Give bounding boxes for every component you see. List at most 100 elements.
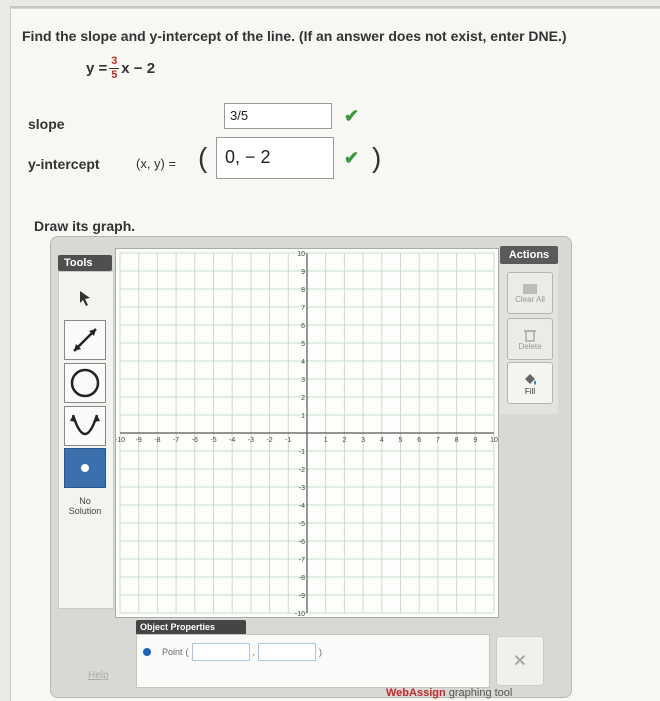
y-tick-label: 10 — [297, 251, 305, 258]
question-title: Find the slope and y-intercept of the li… — [22, 28, 567, 44]
webassign-brand: WebAssign graphing tool — [386, 687, 512, 699]
y-tick-label: 5 — [301, 341, 305, 348]
point-tool-button[interactable] — [64, 448, 106, 488]
point-y-input[interactable] — [258, 643, 317, 661]
tools-header: Tools — [58, 255, 112, 271]
circle-icon — [70, 368, 100, 398]
parabola-tool-button[interactable] — [64, 406, 106, 446]
y-intercept-correct-check-icon: ✔ — [344, 148, 360, 168]
clear-all-label: Clear All — [515, 294, 545, 304]
no-solution-button[interactable]: No Solution — [64, 496, 106, 516]
y-intercept-prefix: (x, y) = — [136, 156, 177, 171]
x-tick-label: 2 — [342, 437, 346, 444]
circle-tool-button[interactable] — [64, 363, 106, 403]
fill-button[interactable]: Fill — [507, 362, 553, 404]
equation: y = 3 5 x − 2 — [86, 56, 155, 81]
y-tick-label: 2 — [301, 395, 305, 402]
actions-header: Actions — [500, 246, 558, 264]
line-icon — [73, 328, 97, 352]
x-tick-label: 4 — [380, 437, 384, 444]
x-tick-label: 6 — [417, 437, 421, 444]
x-tick-label: 9 — [473, 437, 477, 444]
line-tool-button[interactable] — [64, 320, 106, 360]
x-tick-label: -8 — [154, 437, 160, 444]
close-paren: ) — [372, 142, 382, 173]
y-tick-label: 4 — [301, 359, 305, 366]
pointer-tool-button[interactable] — [64, 278, 106, 318]
coordinate-grid: -10 -9 -8 -7 -6 -5 -4 -3 -2 -1 1 2 3 4 5 6 7 8 9 10 10 9 8 7 6 5 4… — [115, 251, 498, 618]
y-tick-label: -4 — [299, 503, 305, 510]
no-solution-line2: Solution — [68, 506, 102, 516]
draw-graph-title: Draw its graph. — [34, 218, 136, 234]
equation-lhs: y = — [86, 60, 108, 77]
fill-label: Fill — [524, 386, 536, 396]
y-tick-label: 1 — [301, 413, 305, 420]
point-open-paren: ( — [185, 647, 189, 657]
point-icon — [81, 464, 89, 472]
point-x-input[interactable] — [191, 643, 250, 661]
open-paren: ( — [198, 142, 208, 173]
x-tick-label: -5 — [210, 437, 216, 444]
slope-correct-check-icon: ✔ — [344, 106, 360, 126]
y-intercept-label: y-intercept — [28, 156, 100, 172]
y-tick-label: -8 — [299, 575, 305, 582]
point-dot-icon — [143, 648, 151, 656]
point-close-paren: ) — [319, 647, 323, 657]
x-tick-label: 8 — [455, 437, 459, 444]
brand-prefix: WebAssign — [386, 687, 446, 699]
y-tick-label: -1 — [299, 449, 305, 456]
y-tick-label: 8 — [301, 287, 305, 294]
pointer-icon — [80, 291, 90, 306]
clear-all-icon — [523, 283, 537, 294]
x-tick-label: 1 — [324, 437, 328, 444]
x-tick-label: -2 — [266, 437, 272, 444]
x-tick-label: 10 — [490, 437, 498, 444]
clear-all-button[interactable]: Clear All — [507, 272, 553, 314]
y-tick-label: -10 — [295, 611, 305, 617]
y-tick-label: 6 — [301, 323, 305, 330]
y-tick-label: -2 — [299, 467, 305, 474]
x-tick-label: -4 — [229, 437, 235, 444]
x-tick-label: -6 — [192, 437, 198, 444]
x-tick-label: -10 — [116, 437, 125, 444]
help-link[interactable]: Help — [88, 670, 109, 681]
parabola-icon — [70, 414, 100, 436]
delete-button[interactable]: Delete — [507, 318, 553, 360]
y-tick-label: 7 — [301, 305, 305, 312]
y-tick-label: -5 — [299, 521, 305, 528]
point-properties-row: Point ( , ) — [143, 643, 322, 661]
close-x-icon: ✕ — [513, 653, 527, 670]
slope-value: 3/5 — [230, 108, 249, 123]
no-solution-line1: No — [79, 496, 91, 506]
y-intercept-input[interactable]: 0, − 2 — [216, 137, 334, 179]
fill-icon — [525, 373, 536, 385]
equation-rest: x − 2 — [121, 60, 156, 77]
object-properties-panel: Point ( , ) — [136, 634, 490, 688]
brand-suffix: graphing tool — [445, 687, 513, 699]
x-tick-label: 5 — [399, 437, 403, 444]
x-tick-label: 3 — [361, 437, 365, 444]
graph-canvas[interactable]: -10 -9 -8 -7 -6 -5 -4 -3 -2 -1 1 2 3 4 5 6 7 8 9 10 10 9 8 7 6 5 4… — [115, 248, 499, 618]
point-comma: , — [252, 647, 256, 657]
x-tick-label: -7 — [173, 437, 179, 444]
trash-icon — [524, 329, 536, 342]
x-tick-label: -3 — [248, 437, 254, 444]
slope-input[interactable]: 3/5 — [224, 103, 332, 129]
y-tick-label: 3 — [301, 377, 305, 384]
x-tick-label: -1 — [285, 437, 291, 444]
object-properties-header: Object Properties — [136, 620, 246, 634]
fraction-numerator: 3 — [111, 55, 118, 67]
y-tick-label: -3 — [299, 485, 305, 492]
y-tick-label: -9 — [299, 593, 305, 600]
y-tick-label: -7 — [299, 557, 305, 564]
y-tick-label: -6 — [299, 539, 305, 546]
x-tick-label: -9 — [136, 437, 142, 444]
x-tick-label: 7 — [436, 437, 440, 444]
y-intercept-value: 0, − 2 — [225, 147, 271, 167]
fraction-denominator: 5 — [111, 69, 118, 81]
delete-object-button[interactable]: ✕ — [496, 636, 544, 686]
equation-fraction: 3 5 — [109, 55, 120, 81]
delete-label: Delete — [518, 341, 542, 351]
y-tick-label: 9 — [301, 269, 305, 276]
point-label: Point — [162, 647, 183, 657]
